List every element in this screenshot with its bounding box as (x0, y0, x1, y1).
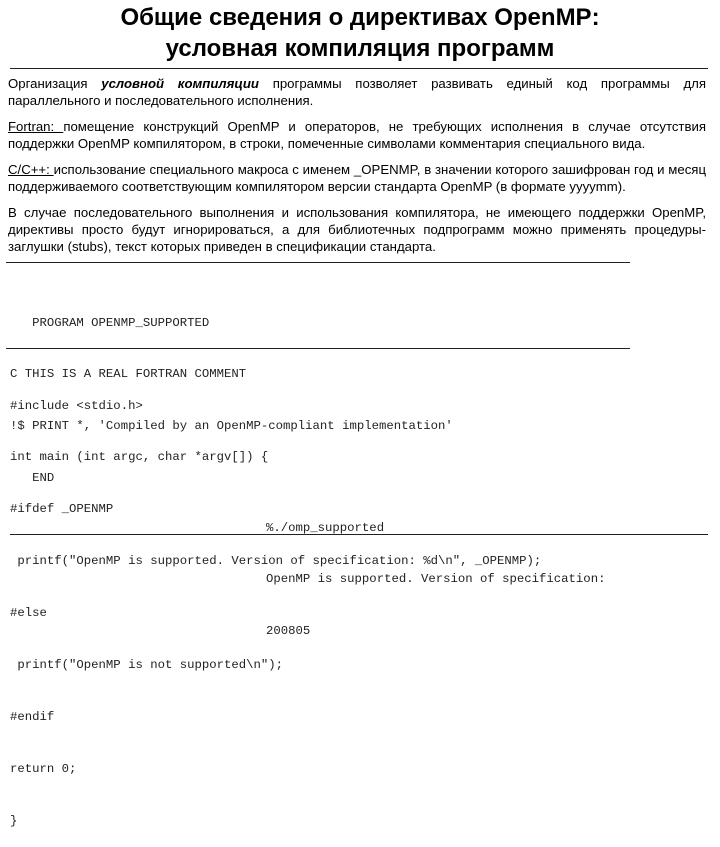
c-code-line: #endif (10, 709, 55, 724)
slide-title-line1: Общие сведения о директивах OpenMP: (120, 4, 600, 31)
console-output-line: 200805 (266, 624, 311, 639)
c-code-line: } (10, 813, 18, 828)
paragraph-sequential: В случае последовательного выполнения и … (8, 204, 706, 255)
c-code-bottom-rule (10, 534, 708, 535)
fortran-code-line: PROGRAM OPENMP_SUPPORTED (10, 315, 210, 330)
intro-prefix: Организация (8, 76, 102, 91)
c-code-line: return 0; (10, 761, 77, 776)
fortran-label: Fortran: (8, 119, 64, 134)
cpp-label: C/C++: (8, 162, 54, 177)
console-output-block: %./omp_supported OpenMP is supported. Ve… (266, 485, 605, 658)
paragraph-fortran: Fortran: помещение конструкций OpenMP и … (8, 118, 706, 152)
title-divider (10, 68, 708, 69)
c-code-line: int main (int argc, char *argv[]) { (10, 450, 269, 465)
paragraph-cpp: C/C++: использование специального макрос… (8, 161, 706, 195)
fortran-text: помещение конструкций OpenMP и операторо… (8, 119, 706, 151)
console-output-line: OpenMP is supported. Version of specific… (266, 572, 606, 587)
slide-title: Общие сведения о директивах OpenMP: усло… (0, 2, 720, 64)
sequential-text: В случае последовательного выполнения и … (8, 205, 706, 254)
fortran-code-bottom-rule (6, 348, 630, 349)
c-code-line: printf("OpenMP is not supported\n"); (10, 658, 284, 673)
slide-title-line2: условная компиляция программ (165, 35, 555, 62)
cpp-text: использование специального макроса с име… (8, 162, 706, 194)
fortran-code-top-rule (6, 262, 630, 263)
intro-emphasis: условной компиляции (101, 76, 259, 91)
c-code-line: #include <stdio.h> (10, 398, 143, 413)
paragraph-intro: Организация условной компиляции программ… (8, 75, 706, 109)
